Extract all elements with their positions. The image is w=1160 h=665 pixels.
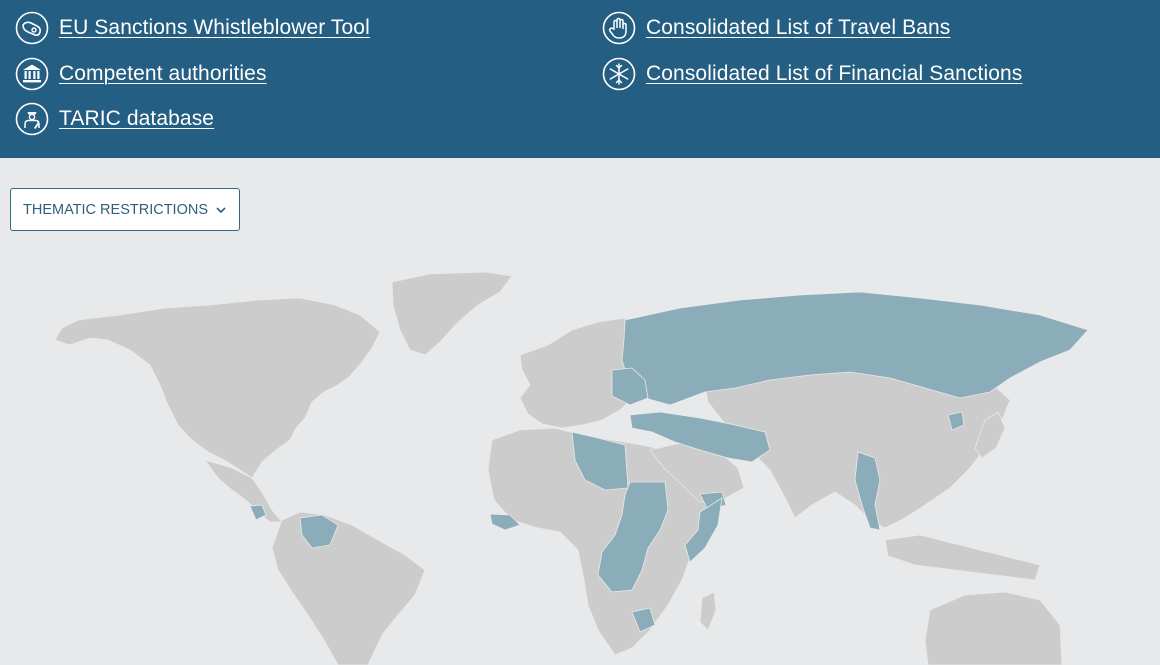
greenland[interactable] <box>391 271 513 356</box>
link-label: TARIC database <box>59 107 215 130</box>
australia[interactable] <box>924 591 1063 665</box>
thematic-restrictions-dropdown[interactable]: THEMATIC RESTRICTIONS <box>10 188 240 231</box>
southeast-asia-islands[interactable] <box>884 534 1041 581</box>
myanmar[interactable] <box>854 451 881 531</box>
link-label: EU Sanctions Whistleblower Tool <box>59 16 370 39</box>
link-label: Competent authorities <box>59 62 267 85</box>
madagascar[interactable] <box>699 591 717 631</box>
link-taric-database[interactable]: TARIC database <box>15 102 214 136</box>
north-america[interactable] <box>54 297 381 479</box>
south-america[interactable] <box>271 511 426 665</box>
hand-icon <box>602 11 636 45</box>
institution-icon <box>15 57 49 91</box>
link-travel-bans[interactable]: Consolidated List of Travel Bans <box>602 11 950 45</box>
link-label: Consolidated List of Financial Sanctions <box>646 62 1023 85</box>
dropdown-label: THEMATIC RESTRICTIONS <box>23 201 209 218</box>
link-competent-authorities[interactable]: Competent authorities <box>15 57 267 91</box>
snowflake-icon <box>602 57 636 91</box>
customs-officer-icon <box>15 102 49 136</box>
chevron-down-icon <box>216 206 226 213</box>
header-links-bar: EU Sanctions Whistleblower Tool Consolid… <box>0 0 1160 158</box>
link-whistleblower-tool[interactable]: EU Sanctions Whistleblower Tool <box>15 11 370 45</box>
whistle-icon <box>15 11 49 45</box>
sanctions-world-map <box>54 271 1089 665</box>
link-financial-sanctions[interactable]: Consolidated List of Financial Sanctions <box>602 57 1022 91</box>
link-label: Consolidated List of Travel Bans <box>646 16 951 39</box>
